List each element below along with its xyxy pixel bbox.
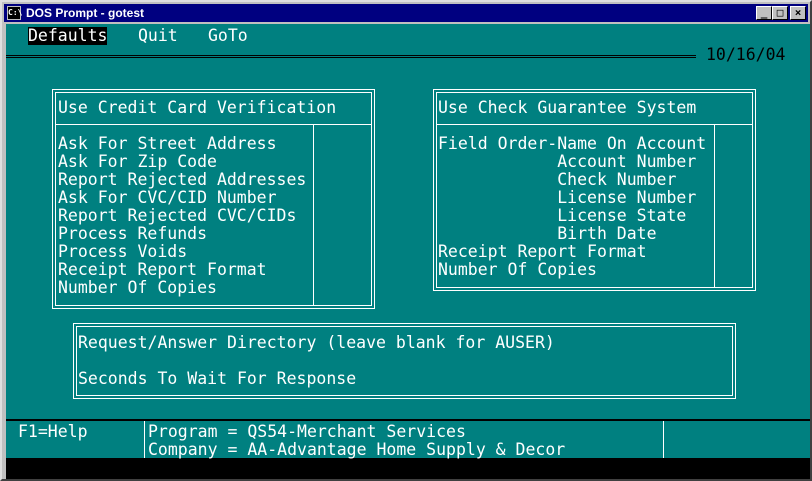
- check-guarantee-option[interactable]: Account Number: [438, 153, 696, 171]
- credit-card-option[interactable]: Ask For Zip Code: [58, 153, 217, 171]
- defaults-form: Use Credit Card Verification Ask For Str…: [6, 65, 810, 419]
- check-guarantee-title[interactable]: Use Check Guarantee System: [438, 99, 696, 117]
- credit-card-option[interactable]: Ask For Street Address: [58, 135, 277, 153]
- menu-defaults[interactable]: Defaults: [28, 27, 108, 45]
- status-separator: [144, 421, 145, 458]
- credit-card-title[interactable]: Use Credit Card Verification: [58, 99, 336, 117]
- check-divider: [437, 124, 752, 125]
- credit-divider: [56, 124, 371, 125]
- credit-card-option[interactable]: Report Rejected CVC/CIDs: [58, 207, 296, 225]
- credit-card-option[interactable]: Number Of Copies: [58, 279, 217, 297]
- company-name: Company = AA-Advantage Home Supply & Dec…: [148, 440, 566, 459]
- minimize-button[interactable]: _: [756, 6, 772, 20]
- menu-goto[interactable]: GoTo: [208, 27, 248, 45]
- status-separator: [663, 421, 664, 458]
- console-screen: Defaults Quit GoTo 10/16/04 Use Credit C…: [6, 24, 810, 479]
- check-guarantee-option[interactable]: Field Order-Name On Account: [438, 135, 706, 153]
- check-guarantee-option[interactable]: License Number: [438, 189, 696, 207]
- credit-card-option[interactable]: Process Voids: [58, 243, 187, 261]
- help-hint: F1=Help: [18, 422, 88, 441]
- window-title: DOS Prompt - gotest: [26, 6, 145, 20]
- check-guarantee-option[interactable]: Receipt Report Format: [438, 243, 647, 261]
- menu-quit[interactable]: Quit: [138, 27, 178, 45]
- dos-window: C:\ DOS Prompt - gotest _ □ × Defaults Q…: [0, 0, 812, 481]
- program-name: Program = QS54-Merchant Services: [148, 422, 466, 441]
- menu-bar: Defaults Quit GoTo 10/16/04: [6, 24, 810, 65]
- check-value-column: [714, 124, 715, 288]
- seconds-to-wait-field[interactable]: Seconds To Wait For Response: [78, 370, 356, 388]
- request-directory-field[interactable]: Request/Answer Directory (leave blank fo…: [78, 334, 555, 352]
- status-bar: F1=Help Program = QS54-Merchant Services…: [6, 421, 810, 459]
- credit-value-column: [313, 124, 314, 306]
- credit-card-option[interactable]: Ask For CVC/CID Number: [58, 189, 277, 207]
- current-date: 10/16/04: [706, 45, 786, 64]
- title-bar[interactable]: C:\ DOS Prompt - gotest _ □ ×: [4, 4, 808, 22]
- credit-card-option[interactable]: Report Rejected Addresses: [58, 171, 306, 189]
- credit-card-option[interactable]: Receipt Report Format: [58, 261, 267, 279]
- check-guarantee-option[interactable]: Birth Date: [438, 225, 656, 243]
- header-rule: [6, 55, 696, 58]
- credit-card-option[interactable]: Process Refunds: [58, 225, 207, 243]
- check-guarantee-option[interactable]: License State: [438, 207, 686, 225]
- dos-prompt-icon[interactable]: C:\: [7, 6, 22, 20]
- check-guarantee-option[interactable]: Number Of Copies: [438, 261, 597, 279]
- close-button[interactable]: ×: [790, 6, 806, 20]
- maximize-button[interactable]: □: [772, 6, 788, 20]
- check-guarantee-option[interactable]: Check Number: [438, 171, 676, 189]
